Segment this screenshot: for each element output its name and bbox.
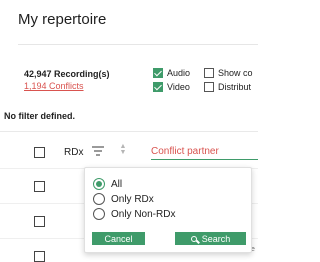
search-icon bbox=[190, 235, 197, 242]
checkbox-unchecked-icon[interactable] bbox=[204, 82, 214, 92]
sort-icon[interactable]: ▲ ▼ bbox=[119, 143, 127, 158]
row-checkbox[interactable] bbox=[34, 181, 45, 192]
radio-option-label: All bbox=[111, 178, 123, 190]
audio-label: Audio bbox=[167, 68, 191, 78]
rdx-filter-popup: All Only RDx Only Non-RDx Cancel Search bbox=[84, 167, 252, 253]
radio-option-label: Only Non-RDx bbox=[111, 208, 176, 220]
conflict-partner-input[interactable] bbox=[151, 143, 258, 160]
page-title: My repertoire bbox=[18, 11, 107, 28]
audio-checkbox[interactable]: Audio bbox=[153, 68, 190, 78]
radio-option-only-non-rdx[interactable]: Only Non-RDx bbox=[93, 208, 175, 220]
checkbox-checked-icon[interactable] bbox=[153, 82, 163, 92]
radio-selected-icon[interactable] bbox=[93, 178, 105, 190]
radio-option-all[interactable]: All bbox=[93, 178, 122, 190]
checkbox-checked-icon[interactable] bbox=[153, 68, 163, 78]
select-all-checkbox[interactable] bbox=[34, 147, 45, 158]
radio-option-only-rdx[interactable]: Only RDx bbox=[93, 193, 154, 205]
distribution-checkbox[interactable]: Distribut bbox=[204, 82, 251, 92]
conflicts-link[interactable]: 1,194 Conflicts bbox=[24, 81, 84, 91]
repertoire-page: My repertoire 42,947 Recording(s) 1,194 … bbox=[0, 0, 258, 262]
search-button[interactable]: Search bbox=[175, 232, 246, 245]
search-button-label: Search bbox=[201, 233, 231, 244]
checkbox-unchecked-icon[interactable] bbox=[204, 68, 214, 78]
row-checkbox[interactable] bbox=[34, 251, 45, 262]
filter-status: No filter defined. bbox=[4, 111, 76, 121]
filter-divider bbox=[0, 131, 258, 132]
title-divider bbox=[18, 44, 258, 45]
cancel-button[interactable]: Cancel bbox=[92, 232, 145, 245]
filter-icon[interactable] bbox=[92, 146, 104, 156]
row-checkbox[interactable] bbox=[34, 216, 45, 227]
rdx-column-header: RDx bbox=[64, 147, 84, 158]
video-label: Video bbox=[167, 82, 190, 92]
radio-unselected-icon[interactable] bbox=[93, 193, 105, 205]
show-conflicts-checkbox[interactable]: Show co bbox=[204, 68, 253, 78]
radio-option-label: Only RDx bbox=[111, 193, 154, 205]
show-conflicts-label: Show co bbox=[218, 68, 253, 78]
distribution-label: Distribut bbox=[218, 82, 252, 92]
radio-unselected-icon[interactable] bbox=[93, 208, 105, 220]
recording-count: 42,947 Recording(s) bbox=[24, 69, 110, 79]
video-checkbox[interactable]: Video bbox=[153, 82, 190, 92]
cancel-button-label: Cancel bbox=[104, 233, 133, 244]
